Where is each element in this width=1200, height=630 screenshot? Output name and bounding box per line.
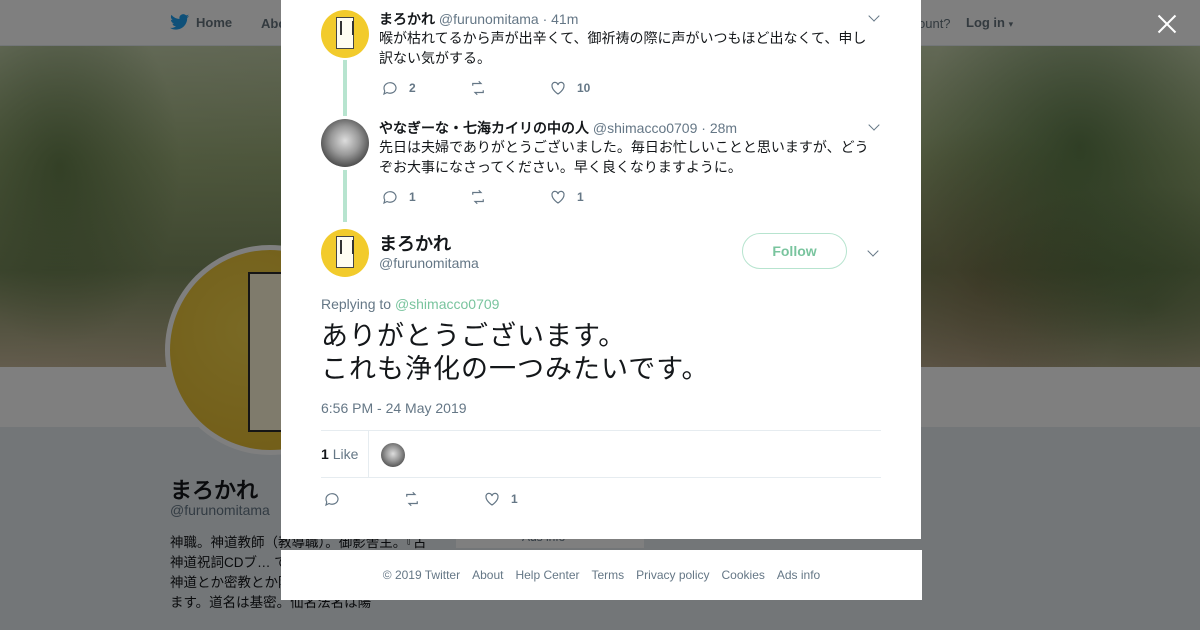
replying-to: Replying to @shimacco0709 (321, 296, 499, 312)
modal-footer: © 2019 Twitter About Help Center Terms P… (281, 550, 922, 600)
footer-link-ads-info[interactable]: Ads info (777, 568, 820, 582)
liker-avatar[interactable] (381, 443, 405, 467)
tweet-time[interactable]: · 41m (543, 11, 579, 27)
replying-to-link[interactable]: @shimacco0709 (395, 296, 500, 312)
main-tweet-author-name[interactable]: まろかれ (379, 230, 451, 256)
tweet-author-handle[interactable]: @shimacco0709 (593, 120, 698, 136)
replying-to-label: Replying to (321, 296, 392, 312)
like-count: 1 (577, 190, 584, 204)
thread-connector-line (343, 60, 347, 116)
tweet-text: 喉が枯れてるから声が出辛くて、御祈祷の際に声がいつもほど出なくて、申し訳ない気が… (379, 30, 867, 66)
tweet-timestamp[interactable]: 6:56 PM - 24 May 2019 (321, 400, 467, 416)
thread-tweet[interactable]: やなぎーな・七海カイリの中の人 @shimacco0709 · 28m 先日は夫… (321, 110, 881, 222)
thread-tweet[interactable]: まろかれ @furunomitama · 41m 喉が枯れてるから声が出辛くて、… (321, 0, 881, 116)
likes-stat[interactable]: 1 Like (321, 446, 358, 462)
footer-copyright: © 2019 Twitter (382, 568, 461, 582)
tweet-time[interactable]: · 28m (701, 120, 737, 136)
thread-connector-line (343, 170, 347, 222)
avatar[interactable] (321, 119, 369, 167)
reply-button[interactable]: 2 (381, 79, 469, 97)
footer-link-about[interactable]: About (472, 568, 503, 582)
avatar[interactable] (321, 10, 369, 58)
like-button[interactable]: 1 (483, 490, 518, 508)
chevron-down-icon[interactable] (869, 121, 879, 131)
chevron-down-icon[interactable] (868, 247, 878, 257)
retweet-icon (406, 491, 418, 507)
main-tweet-author-handle[interactable]: @furunomitama (379, 255, 479, 271)
tweet-author-name[interactable]: まろかれ (379, 11, 435, 27)
heart-icon (551, 190, 565, 204)
reply-count: 1 (409, 190, 416, 204)
retweet-button[interactable] (403, 490, 483, 508)
follow-button[interactable]: Follow (742, 233, 847, 269)
reply-icon (325, 493, 339, 507)
retweet-icon (472, 189, 484, 205)
like-button[interactable]: 1 (549, 188, 584, 206)
reply-count: 2 (409, 81, 416, 95)
reply-button[interactable] (323, 490, 403, 508)
reply-button[interactable]: 1 (381, 188, 469, 206)
heart-icon (485, 492, 499, 506)
footer-link-help-center[interactable]: Help Center (515, 568, 579, 582)
main-tweet-line: ありがとうございます。 (321, 321, 627, 352)
tweet-text: 先日は夫婦でありがとうございました。毎日お忙しいことと思いますが、どうぞお大事に… (379, 139, 869, 175)
heart-icon (551, 81, 565, 95)
main-tweet-avatar[interactable] (321, 229, 369, 277)
main-tweet-line: これも浄化の一つみたいです。 (321, 354, 710, 385)
tweet-author-name[interactable]: やなぎーな・七海カイリの中の人 (379, 120, 589, 136)
stats-divider (368, 431, 369, 478)
likes-stat-count: 1 (321, 446, 329, 462)
main-tweet-text: ありがとうございます。 これも浄化の一つみたいです。 (321, 320, 881, 386)
retweet-button[interactable] (469, 188, 549, 206)
reply-icon (383, 82, 397, 96)
close-icon[interactable] (1154, 12, 1180, 38)
tweet-permalink-modal: まろかれ @furunomitama · 41m 喉が枯れてるから声が出辛くて、… (281, 0, 921, 539)
tweet-author-handle[interactable]: @furunomitama (439, 11, 539, 27)
footer-link-terms[interactable]: Terms (591, 568, 624, 582)
retweet-button[interactable] (469, 79, 549, 97)
reply-icon (383, 191, 397, 205)
retweet-icon (472, 80, 484, 96)
like-count: 1 (511, 492, 518, 506)
like-button[interactable]: 10 (549, 79, 590, 97)
like-count: 10 (577, 81, 591, 95)
tweet-stats: 1 Like (321, 430, 881, 478)
chevron-down-icon[interactable] (869, 12, 879, 22)
likes-stat-label: Like (332, 446, 359, 462)
footer-link-privacy-policy[interactable]: Privacy policy (636, 568, 709, 582)
footer-link-cookies[interactable]: Cookies (722, 568, 765, 582)
